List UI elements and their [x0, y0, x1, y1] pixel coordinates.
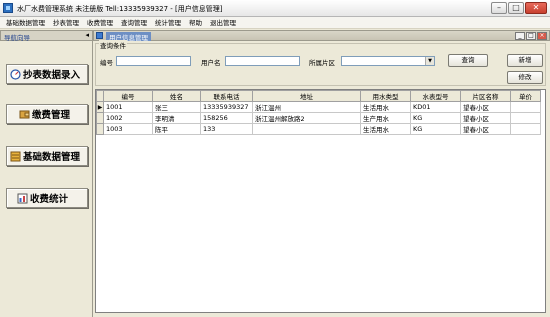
meter-icon [10, 68, 21, 80]
nav-button-payment[interactable]: 缴费管理 [6, 104, 88, 124]
column-header-phone[interactable]: 联系电话 [200, 90, 253, 102]
column-header-name[interactable]: 姓名 [152, 90, 201, 102]
minimize-button[interactable]: – [491, 2, 507, 14]
table-header-row: 编号 姓名 联系电话 地址 用水类型 水表型号 片区名称 单价 [96, 90, 541, 102]
database-icon [10, 151, 21, 162]
menu-charging[interactable]: 收费管理 [87, 17, 113, 28]
edit-button[interactable]: 修改 [507, 71, 543, 84]
column-header-water-type[interactable]: 用水类型 [360, 90, 411, 102]
cell-area[interactable]: 望春小区 [460, 112, 511, 124]
collapse-arrow-icon[interactable]: ◂ [85, 31, 89, 39]
menu-meter-reading[interactable]: 抄表管理 [53, 17, 79, 28]
column-header-meter-model[interactable]: 水表型号 [410, 90, 461, 102]
nav-button-label: 缴费管理 [32, 110, 71, 121]
current-row-indicator: ▶ [96, 101, 104, 113]
user-table: 编号 姓名 联系电话 地址 用水类型 水表型号 片区名称 单价 ▶ 1001 张… [96, 90, 541, 135]
row-indicator-header [96, 90, 104, 102]
window-title: 水厂水费管理系统 未注册版 Tell:13335939327 - [用户信息管理… [17, 5, 223, 13]
username-input[interactable] [225, 56, 300, 66]
menu-query[interactable]: 查询管理 [121, 17, 147, 28]
cell-phone[interactable]: 133 [200, 123, 253, 135]
cell-address[interactable]: 浙江温州解放路2 [252, 112, 361, 124]
table-row[interactable]: 1003 陈平 133 生活用水 KG 望春小区 [96, 123, 541, 135]
menu-basic-data[interactable]: 基础数据管理 [6, 17, 45, 28]
username-label: 用户名 [201, 59, 221, 67]
cell-area[interactable]: 望春小区 [460, 123, 511, 135]
dropdown-arrow-icon[interactable]: ▼ [425, 57, 434, 65]
window-controls: – □ ✕ [491, 2, 547, 14]
column-header-area[interactable]: 片区名称 [460, 90, 511, 102]
id-label: 编号 [100, 59, 113, 67]
menu-bar: 基础数据管理 抄表管理 收费管理 查询管理 统计管理 帮助 退出管理 [0, 17, 550, 29]
child-minimize-button[interactable]: _ [515, 32, 525, 40]
cell-area[interactable]: 望春小区 [460, 101, 511, 113]
cell-meter-model[interactable]: KG [410, 123, 461, 135]
cell-phone[interactable]: 13335939327 [200, 101, 253, 113]
close-button[interactable]: ✕ [525, 2, 547, 14]
nav-button-label: 基础数据管理 [23, 152, 81, 163]
cell-unit-price[interactable] [510, 112, 541, 124]
table-row[interactable]: ▶ 1001 张三 13335939327 浙江温州 生活用水 KD01 望春小… [96, 101, 541, 113]
nav-button-basic-data[interactable]: 基础数据管理 [6, 146, 88, 166]
nav-button-meter-entry[interactable]: 抄表数据录入 [6, 64, 88, 84]
area-select[interactable]: ▼ [341, 56, 435, 66]
nav-button-charge-stats[interactable]: 收费统计 [6, 188, 88, 208]
column-header-address[interactable]: 地址 [252, 90, 361, 102]
user-grid: 编号 姓名 联系电话 地址 用水类型 水表型号 片区名称 单价 ▶ 1001 张… [95, 89, 546, 313]
search-button[interactable]: 查询 [448, 54, 488, 67]
user-info-form: 查询条件 编号 用户名 所属片区 ▼ 查询 新增 修改 编号 姓名 联系电话 地… [93, 40, 550, 317]
cell-name[interactable]: 李明清 [152, 112, 201, 124]
menu-exit[interactable]: 退出管理 [210, 17, 236, 28]
cell-id[interactable]: 1003 [103, 123, 153, 135]
nav-panel: 抄表数据录入 缴费管理 基础数据管理 收费统计 [0, 41, 93, 317]
nav-header: 导航向导 ◂ [0, 30, 93, 42]
menu-help[interactable]: 帮助 [189, 17, 202, 28]
app-icon [3, 3, 13, 13]
cell-unit-price[interactable] [510, 123, 541, 135]
maximize-button[interactable]: □ [508, 2, 524, 14]
area-label: 所属片区 [309, 59, 335, 67]
cell-water-type[interactable]: 生活用水 [360, 123, 411, 135]
child-window-title-bar: 用户信息管理 _ □ × [93, 30, 550, 42]
cell-water-type[interactable]: 生活用水 [360, 101, 411, 113]
table-row[interactable]: 1002 李明清 158256 浙江温州解放路2 生产用水 KG 望春小区 [96, 112, 541, 124]
menu-statistics[interactable]: 统计管理 [155, 17, 181, 28]
cell-id[interactable]: 1001 [103, 101, 153, 113]
title-bar: 水厂水费管理系统 未注册版 Tell:13335939327 - [用户信息管理… [0, 0, 550, 17]
cell-id[interactable]: 1002 [103, 112, 153, 124]
child-close-button[interactable]: × [537, 32, 547, 40]
query-group: 查询条件 编号 用户名 所属片区 ▼ 查询 新增 修改 [95, 40, 546, 86]
child-window-controls: _ □ × [515, 32, 547, 40]
cell-address[interactable]: 浙江温州 [252, 101, 361, 113]
column-header-id[interactable]: 编号 [103, 90, 153, 102]
form-icon [96, 32, 103, 39]
cell-unit-price[interactable] [510, 101, 541, 113]
wallet-icon [19, 109, 30, 120]
nav-button-label: 抄表数据录入 [23, 70, 81, 81]
cell-name[interactable]: 张三 [152, 101, 201, 113]
nav-button-label: 收费统计 [30, 194, 69, 205]
child-maximize-button[interactable]: □ [526, 32, 536, 40]
id-input[interactable] [116, 56, 191, 66]
add-button[interactable]: 新增 [507, 54, 543, 67]
area-select-value [342, 57, 344, 65]
cell-meter-model[interactable]: KG [410, 112, 461, 124]
cell-water-type[interactable]: 生产用水 [360, 112, 411, 124]
cell-address[interactable] [252, 123, 361, 135]
cell-meter-model[interactable]: KD01 [410, 101, 461, 113]
cell-phone[interactable]: 158256 [200, 112, 253, 124]
column-header-unit-price[interactable]: 单价 [510, 90, 541, 102]
row-indicator [96, 112, 104, 124]
query-group-legend: 查询条件 [99, 40, 127, 50]
row-indicator [96, 123, 104, 135]
cell-name[interactable]: 陈平 [152, 123, 201, 135]
chart-icon [17, 193, 28, 204]
